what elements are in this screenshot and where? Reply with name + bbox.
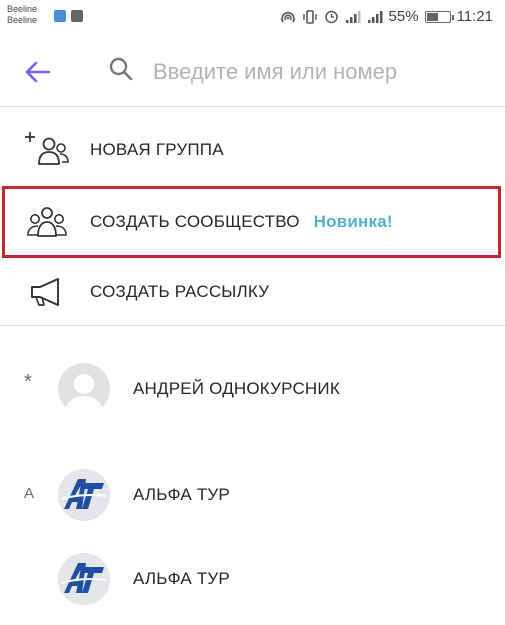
megaphone-icon	[24, 272, 70, 312]
contact-row[interactable]: АЛЬФА ТУР	[0, 539, 505, 619]
arrow-left-icon	[25, 61, 51, 83]
index-letter: *	[24, 371, 32, 393]
back-button[interactable]	[18, 54, 58, 90]
carrier-1: Beeline	[7, 4, 38, 14]
alarm-icon	[324, 10, 338, 24]
status-bar: Beeline Beeline 55% 11:21	[0, 0, 505, 34]
contact-row[interactable]: A АЛЬФА ТУР	[0, 455, 505, 535]
notification-icons	[54, 10, 83, 22]
new-badge: Новинка!	[313, 212, 393, 231]
vibrate-icon	[302, 9, 317, 24]
battery-icon	[424, 10, 454, 23]
create-broadcast-label: СОЗДАТЬ РАССЫЛКУ	[90, 282, 270, 301]
search-icon	[109, 57, 133, 81]
signal-icon-2	[367, 10, 383, 23]
alfa-tour-logo-icon	[58, 553, 110, 605]
search-header	[0, 34, 505, 106]
message-notification-icon	[54, 10, 66, 22]
status-indicators: 55% 11:21	[280, 8, 493, 25]
battery-level	[426, 12, 439, 21]
battery-percent: 55%	[388, 8, 419, 25]
header-divider	[0, 106, 505, 107]
default-avatar-icon	[58, 363, 110, 415]
create-community-action[interactable]: СОЗДАТЬ СООБЩЕСТВО Новинка!	[0, 190, 505, 254]
search-input[interactable]	[153, 54, 483, 90]
new-group-label: НОВАЯ ГРУППА	[90, 140, 224, 159]
signal-icon-1	[345, 10, 361, 23]
carrier-labels: Beeline Beeline	[7, 4, 37, 26]
carrier-2: Beeline	[7, 15, 38, 25]
create-community-text: СОЗДАТЬ СООБЩЕСТВО	[90, 212, 300, 231]
create-community-label: СОЗДАТЬ СООБЩЕСТВО Новинка!	[90, 212, 393, 232]
image-notification-icon	[71, 10, 83, 22]
contact-name: АНДРЕЙ ОДНОКУРСНИК	[133, 379, 340, 398]
hotspot-icon	[280, 11, 295, 22]
add-group-icon	[24, 130, 70, 170]
actions-divider	[0, 325, 505, 326]
new-group-action[interactable]: НОВАЯ ГРУППА	[0, 118, 505, 182]
contact-name: АЛЬФА ТУР	[133, 485, 230, 504]
clock: 11:21	[456, 8, 493, 25]
create-broadcast-action[interactable]: СОЗДАТЬ РАССЫЛКУ	[0, 260, 505, 324]
contact-row[interactable]: * АНДРЕЙ ОДНОКУРСНИК	[0, 349, 505, 429]
index-letter: A	[24, 485, 35, 502]
alfa-tour-logo-icon	[58, 469, 110, 521]
contact-name: АЛЬФА ТУР	[133, 569, 230, 588]
community-icon	[24, 202, 70, 242]
